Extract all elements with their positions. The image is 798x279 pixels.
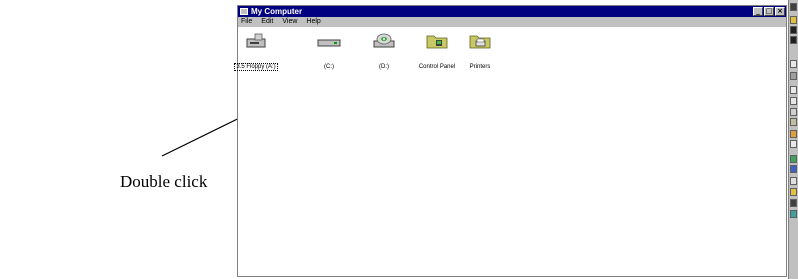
my-computer-window: My Computer _ □ × File Edit View Help 3.… <box>234 5 787 277</box>
item-label: (D:) <box>379 64 389 70</box>
toolbar-icon[interactable] <box>790 155 797 163</box>
floppy-drive-item[interactable]: 3.5 Floppy (A:) <box>225 32 287 73</box>
window-controls: _ □ × <box>753 7 785 16</box>
item-label: 3.5 Floppy (A:) <box>234 63 278 71</box>
minimize-button[interactable]: _ <box>753 7 763 16</box>
window-title: My Computer <box>251 7 303 16</box>
toolbar-icon[interactable] <box>790 130 797 138</box>
window-content: 3.5 Floppy (A:) (C:) (D:) Control Panel … <box>234 27 786 276</box>
toolbar-icon[interactable] <box>790 188 797 196</box>
toolbar-icon[interactable] <box>790 165 797 173</box>
item-label: Printers <box>469 64 491 70</box>
hard-drive-item[interactable]: (C:) <box>298 32 360 73</box>
toolbar-icon[interactable] <box>790 72 797 80</box>
side-toolbar <box>788 0 798 279</box>
toolbar-icon[interactable] <box>790 3 797 11</box>
control-panel-folder-icon <box>426 35 448 49</box>
close-button[interactable]: × <box>775 7 785 16</box>
menu-edit[interactable]: Edit <box>261 17 273 27</box>
hard-drive-icon <box>317 39 341 47</box>
item-label: (C:) <box>324 64 334 70</box>
toolbar-icon[interactable] <box>790 108 797 116</box>
toolbar-icon[interactable] <box>790 26 797 34</box>
maximize-button[interactable]: □ <box>764 7 774 16</box>
computer-icon <box>240 8 248 15</box>
toolbar-icon[interactable] <box>790 140 797 148</box>
toolbar-icon[interactable] <box>790 199 797 207</box>
toolbar-icon[interactable] <box>790 36 797 44</box>
toolbar-icon[interactable] <box>790 60 797 68</box>
floppy-drive-icon <box>246 33 266 48</box>
menu-view[interactable]: View <box>282 17 297 27</box>
cd-drive-icon <box>373 33 395 48</box>
menu-file[interactable]: File <box>241 17 252 27</box>
toolbar-icon[interactable] <box>790 118 797 126</box>
toolbar-icon[interactable] <box>790 177 797 185</box>
toolbar-icon[interactable] <box>790 97 797 105</box>
title-bar[interactable]: My Computer _ □ × <box>238 6 786 17</box>
toolbar-icon[interactable] <box>790 86 797 94</box>
menu-bar: File Edit View Help <box>238 17 786 27</box>
toolbar-icon[interactable] <box>790 16 797 24</box>
toolbar-icon[interactable] <box>790 210 797 218</box>
printers-item[interactable]: Printers <box>449 32 511 73</box>
printers-folder-icon <box>469 35 491 49</box>
menu-help[interactable]: Help <box>306 17 320 27</box>
